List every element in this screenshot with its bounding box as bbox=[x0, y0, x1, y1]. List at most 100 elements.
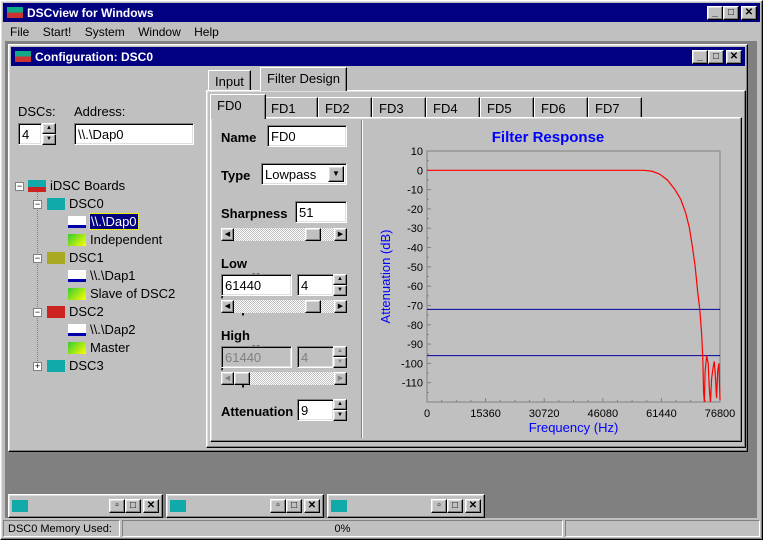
status-panel bbox=[565, 520, 760, 537]
restore-button[interactable]: ▫ bbox=[431, 499, 447, 513]
boards-icon bbox=[28, 179, 46, 192]
chevron-down-icon[interactable]: ▼ bbox=[328, 166, 344, 182]
restore-button[interactable]: ▫ bbox=[270, 499, 286, 513]
tab-fd4[interactable]: FD4 bbox=[426, 97, 480, 118]
dscs-label: DSCs: bbox=[18, 104, 56, 119]
maximize-button[interactable]: □ bbox=[447, 499, 463, 513]
restore-button[interactable]: ▫ bbox=[109, 499, 125, 513]
scroll-right-icon[interactable]: ▶ bbox=[334, 300, 347, 313]
type-select[interactable]: Lowpass ▼ bbox=[261, 163, 347, 185]
minimized-graph[interactable]: Graph ▫ □ ✕ bbox=[8, 494, 163, 518]
dscs-spinner[interactable]: ▲ ▼ bbox=[42, 123, 56, 145]
window-icon bbox=[15, 51, 31, 62]
tree-dsc2-address[interactable]: \\.\Dap2 bbox=[68, 322, 136, 337]
minimized-table[interactable]: Table ▫ □ ✕ bbox=[166, 494, 324, 518]
sharpness-slider[interactable]: ◀ ▶ bbox=[221, 228, 347, 241]
spin-down[interactable]: ▼ bbox=[42, 134, 56, 145]
minimized-disklog[interactable]: DiskLog ▫ □ ✕ bbox=[327, 494, 485, 518]
tree-dsc1[interactable]: DSC1 bbox=[47, 250, 104, 265]
sharpness-label: Sharpness bbox=[221, 206, 288, 221]
slider-thumb[interactable] bbox=[305, 300, 322, 313]
spin-up[interactable]: ▲ bbox=[333, 399, 347, 410]
tree-dsc3[interactable]: DSC3 bbox=[47, 358, 104, 373]
close-button[interactable]: ✕ bbox=[465, 499, 481, 513]
x-tick-label: 46080 bbox=[588, 408, 619, 420]
dsc1-label: DSC1 bbox=[69, 250, 104, 265]
address-icon bbox=[68, 269, 86, 282]
name-input[interactable]: FD0 bbox=[267, 125, 347, 147]
tab-fd2[interactable]: FD2 bbox=[318, 97, 372, 118]
menu-window[interactable]: Window bbox=[138, 25, 181, 39]
spin-down[interactable]: ▼ bbox=[333, 410, 347, 421]
tree-dsc1-mode[interactable]: Slave of DSC2 bbox=[68, 286, 175, 301]
child-minimize-button[interactable]: _ bbox=[692, 50, 708, 64]
tree-dsc2-mode[interactable]: Master bbox=[68, 340, 130, 355]
attenuation-input[interactable]: 9 bbox=[297, 399, 334, 421]
dsc0-address-label: \\.\Dap0 bbox=[89, 213, 139, 230]
tab-fd3[interactable]: FD3 bbox=[372, 97, 426, 118]
tab-fd6[interactable]: FD6 bbox=[534, 97, 588, 118]
sharpness-input[interactable]: 51 bbox=[295, 201, 347, 223]
scroll-right-icon[interactable]: ▶ bbox=[334, 228, 347, 241]
tab-fd0[interactable]: FD0 bbox=[210, 94, 266, 119]
high-cutoff-slider: ◀ ▶ bbox=[221, 372, 347, 385]
tab-filter-design[interactable]: Filter Design bbox=[260, 67, 347, 91]
chart-title: Filter Response bbox=[492, 129, 605, 146]
y-tick-label: -70 bbox=[407, 300, 423, 312]
child-close-button[interactable]: ✕ bbox=[726, 50, 742, 64]
memory-value: 0% bbox=[334, 523, 351, 535]
menu-start[interactable]: Start! bbox=[43, 25, 72, 39]
tree-dsc2[interactable]: DSC2 bbox=[47, 304, 104, 319]
dsc0-label: DSC0 bbox=[69, 196, 104, 211]
maximize-button[interactable]: □ bbox=[125, 499, 141, 513]
board-icon bbox=[47, 305, 65, 318]
menu-system[interactable]: System bbox=[85, 25, 125, 39]
app-icon bbox=[7, 7, 23, 18]
name-label: Name bbox=[221, 130, 257, 145]
spin-down[interactable]: ▼ bbox=[333, 285, 347, 296]
spin-up[interactable]: ▲ bbox=[333, 274, 347, 285]
maximize-button[interactable]: □ bbox=[286, 499, 302, 513]
disklog-title: DiskLog bbox=[351, 499, 399, 513]
dscs-input[interactable]: 4 bbox=[18, 123, 42, 145]
address-label: Address: bbox=[74, 104, 126, 119]
table-title: Table bbox=[190, 499, 221, 513]
high-slope-spinner: ▲ ▼ bbox=[333, 346, 347, 368]
attenuation-spinner[interactable]: ▲ ▼ bbox=[333, 399, 347, 421]
scroll-left-icon[interactable]: ◀ bbox=[221, 228, 234, 241]
tree-dsc1-address[interactable]: \\.\Dap1 bbox=[68, 268, 136, 283]
spin-up[interactable]: ▲ bbox=[42, 123, 56, 134]
y-tick-label: -20 bbox=[407, 204, 423, 216]
tree-dsc0-address[interactable]: \\.\Dap0 bbox=[68, 213, 139, 230]
tab-fd1[interactable]: FD1 bbox=[264, 97, 318, 118]
dsc2-mode-label: Master bbox=[90, 340, 130, 355]
y-tick-label: -80 bbox=[407, 320, 423, 332]
low-slope-spinner[interactable]: ▲ ▼ bbox=[333, 274, 347, 296]
tab-fd7[interactable]: FD7 bbox=[588, 97, 642, 118]
low-slope-input[interactable]: 4 bbox=[297, 274, 334, 296]
collapse-icon[interactable]: − bbox=[33, 200, 42, 209]
child-maximize-button[interactable]: □ bbox=[708, 50, 724, 64]
collapse-icon[interactable]: − bbox=[33, 254, 42, 263]
collapse-icon[interactable]: − bbox=[15, 182, 24, 191]
tree-dsc0[interactable]: DSC0 bbox=[47, 196, 104, 211]
maximize-button[interactable]: □ bbox=[723, 6, 739, 20]
high-slope-input: 4 bbox=[297, 346, 334, 368]
menu-file[interactable]: File bbox=[10, 25, 29, 39]
tab-fd5[interactable]: FD5 bbox=[480, 97, 534, 118]
tab-input[interactable]: Input bbox=[208, 70, 251, 91]
minimize-button[interactable]: _ bbox=[707, 6, 723, 20]
low-cutoff-slider[interactable]: ◀ ▶ bbox=[221, 300, 347, 313]
close-button[interactable]: ✕ bbox=[304, 499, 320, 513]
menu-help[interactable]: Help bbox=[194, 25, 219, 39]
collapse-icon[interactable]: − bbox=[33, 308, 42, 317]
slider-thumb[interactable] bbox=[305, 228, 322, 241]
address-input[interactable]: \\.\Dap0 bbox=[74, 123, 194, 145]
close-button[interactable]: ✕ bbox=[741, 6, 757, 20]
tree-root[interactable]: iDSC Boards bbox=[28, 178, 125, 193]
expand-icon[interactable]: + bbox=[33, 362, 42, 371]
scroll-left-icon[interactable]: ◀ bbox=[221, 300, 234, 313]
low-cutoff-input[interactable]: 61440 bbox=[221, 274, 292, 296]
tree-dsc0-mode[interactable]: Independent bbox=[68, 232, 162, 247]
close-button[interactable]: ✕ bbox=[143, 499, 159, 513]
